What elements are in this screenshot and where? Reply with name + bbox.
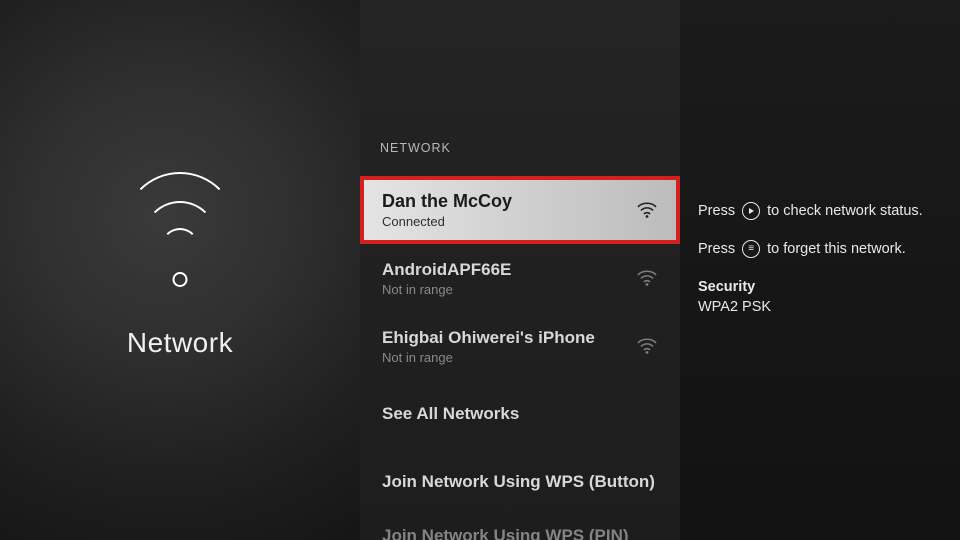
hint-check-status: Press to check network status. — [698, 202, 934, 222]
page-title: Network — [127, 327, 233, 359]
wifi-signal-icon — [636, 201, 658, 219]
hint-forget-network: Press to forget this network. — [698, 240, 934, 260]
network-name: AndroidAPF66E — [382, 260, 511, 280]
hint-text: to check network status. — [767, 203, 923, 219]
security-value: WPA2 PSK — [698, 299, 934, 315]
row-label: Join Network Using WPS (Button) — [382, 472, 655, 492]
menu-icon — [742, 240, 760, 258]
row-label: Join Network Using WPS (PIN) — [382, 526, 629, 540]
left-panel: Network — [0, 0, 360, 540]
play-pause-icon — [742, 202, 760, 220]
network-list: Dan the McCoy Connected AndroidAPF66E No… — [360, 176, 680, 540]
join-wps-pin[interactable]: Join Network Using WPS (PIN) — [360, 516, 680, 540]
network-status: Connected — [382, 214, 512, 229]
network-item[interactable]: Ehigbai Ohiwerei's iPhone Not in range — [360, 312, 680, 380]
hint-text: Press — [698, 241, 735, 257]
wifi-icon — [125, 205, 235, 285]
wifi-signal-icon — [636, 337, 658, 355]
see-all-networks[interactable]: See All Networks — [360, 380, 680, 448]
join-wps-button[interactable]: Join Network Using WPS (Button) — [360, 448, 680, 516]
wifi-signal-icon — [636, 269, 658, 287]
network-name: Dan the McCoy — [382, 191, 512, 212]
network-list-panel: NETWORK Dan the McCoy Connected — [360, 0, 680, 540]
network-item[interactable]: AndroidAPF66E Not in range — [360, 244, 680, 312]
section-header: NETWORK — [380, 141, 451, 155]
network-status: Not in range — [382, 282, 511, 297]
security-label: Security — [698, 279, 934, 295]
row-label: See All Networks — [382, 404, 519, 424]
hint-text: Press — [698, 203, 735, 219]
network-item-selected[interactable]: Dan the McCoy Connected — [360, 176, 680, 244]
hint-text: to forget this network. — [767, 241, 906, 257]
network-settings-screen: Network NETWORK Dan the McCoy Connected — [0, 0, 960, 540]
network-status: Not in range — [382, 350, 595, 365]
detail-panel: Press to check network status. Press to … — [680, 0, 960, 540]
network-name: Ehigbai Ohiwerei's iPhone — [382, 328, 595, 348]
